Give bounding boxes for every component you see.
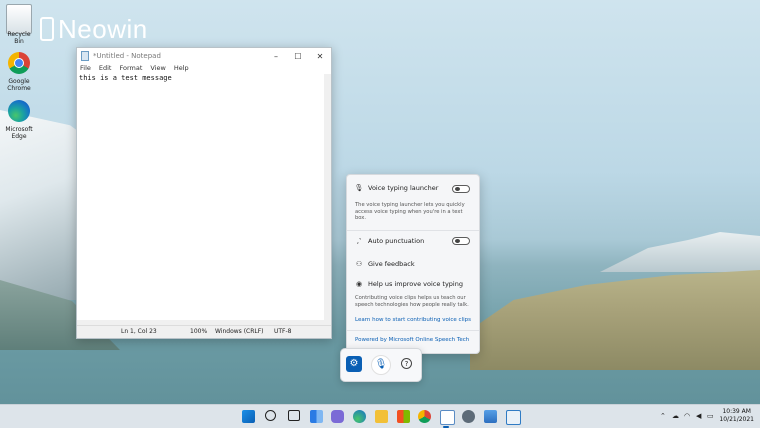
store-icon[interactable] [397, 410, 410, 423]
improve-label: Help us improve voice typing [368, 280, 463, 288]
clock-time: 10:39 AM [722, 408, 751, 415]
battery-icon[interactable]: ▭ [707, 412, 714, 420]
shield-icon: ◉ [355, 280, 363, 288]
volume-icon[interactable]: ◀ [696, 412, 701, 420]
settings-icon[interactable] [462, 410, 475, 423]
taskbar: ⌃ ☁ ◠ ◀ ▭ 10:39 AM 10/21/2021 [0, 404, 760, 428]
wallpaper-distant-mountain [600, 232, 760, 272]
microphone-icon: 🎙 [354, 184, 364, 192]
clock-date: 10/21/2021 [719, 416, 754, 423]
microphone-button[interactable]: 🎙 [371, 355, 391, 375]
divider [347, 230, 479, 231]
desktop-icon-chrome[interactable]: Google Chrome [4, 77, 34, 92]
cursor-position: Ln 1, Col 23 [121, 328, 157, 335]
gear-icon: ⚙ [349, 358, 359, 369]
wifi-icon[interactable]: ◠ [684, 412, 690, 420]
chevron-up-icon[interactable]: ⌃ [660, 412, 666, 420]
help-icon: ? [404, 360, 409, 368]
voice-typing-settings-panel: 🎙 Voice typing launcher The voice typing… [346, 174, 480, 354]
notepad-window[interactable]: *Untitled - Notepad – ☐ ✕ File Edit Form… [76, 47, 332, 339]
encoding: UTF-8 [274, 328, 292, 335]
give-feedback-label: Give feedback [368, 260, 415, 268]
chrome-icon[interactable] [8, 52, 30, 74]
voice-launcher-row[interactable]: 🎙 Voice typing launcher [354, 184, 439, 192]
desktop-icon-edge[interactable]: Microsoft Edge [4, 125, 34, 140]
menu-view[interactable]: View [150, 64, 165, 74]
improve-voice-typing-row: ◉ Help us improve voice typing [354, 280, 463, 288]
menu-help[interactable]: Help [174, 64, 189, 74]
menu-edit[interactable]: Edit [99, 64, 112, 74]
search-icon[interactable] [265, 410, 276, 421]
vertical-scrollbar[interactable] [324, 74, 331, 326]
desktop-icon-label: Recycle Bin [7, 31, 31, 45]
voice-launcher-description: The voice typing launcher lets you quick… [355, 202, 465, 221]
task-view-icon[interactable] [288, 410, 300, 421]
menu-file[interactable]: File [80, 64, 91, 74]
desktop: Recycle Bin Google Chrome Microsoft Edge… [0, 0, 760, 428]
desktop-icon-label: Google Chrome [7, 78, 31, 92]
photos-icon[interactable] [484, 410, 497, 423]
file-explorer-icon[interactable] [375, 410, 388, 423]
cloud-icon[interactable]: ☁ [672, 412, 679, 420]
auto-punctuation-label: Auto punctuation [368, 237, 425, 245]
voice-typing-bar: ⚙ 🎙 ? [340, 348, 422, 382]
notepad-icon [81, 51, 89, 61]
maximize-button[interactable]: ☐ [287, 52, 309, 61]
edge-icon[interactable] [8, 100, 30, 122]
close-button[interactable]: ✕ [309, 52, 331, 61]
start-icon[interactable] [242, 410, 255, 423]
desktop-icon-recycle-bin[interactable]: Recycle Bin [4, 30, 34, 45]
line-ending: Windows (CRLF) [215, 328, 264, 335]
feedback-icon: ⚇ [355, 260, 363, 268]
notepad-2-icon[interactable] [506, 410, 521, 425]
microphone-icon: 🎙 [374, 359, 388, 370]
auto-punctuation-row[interactable]: ‚‛ Auto punctuation [354, 237, 424, 245]
powered-by-link[interactable]: Powered by Microsoft Online Speech Tech [355, 337, 469, 343]
voice-launcher-toggle[interactable] [452, 185, 470, 193]
text-editor[interactable]: this is a test message [79, 74, 172, 82]
punctuation-icon: ‚‛ [356, 237, 362, 245]
notepad-icon[interactable] [440, 410, 455, 425]
widgets-icon[interactable] [310, 410, 323, 423]
notepad-titlebar[interactable]: *Untitled - Notepad – ☐ ✕ [77, 48, 331, 64]
edge-icon[interactable] [353, 410, 366, 423]
auto-punctuation-toggle[interactable] [452, 237, 470, 245]
contribute-voice-clips-link[interactable]: Learn how to start contributing voice cl… [355, 317, 471, 323]
chrome-icon[interactable] [418, 410, 431, 423]
divider [347, 330, 479, 331]
menu-format[interactable]: Format [119, 64, 142, 74]
improve-description: Contributing voice clips helps us teach … [355, 295, 469, 308]
window-title: *Untitled - Notepad [93, 52, 161, 60]
voice-launcher-label: Voice typing launcher [368, 184, 439, 192]
teams-chat-icon[interactable] [331, 410, 344, 423]
status-bar: Ln 1, Col 23 100% Windows (CRLF) UTF-8 [77, 325, 331, 338]
zoom-level: 100% [190, 328, 208, 335]
help-button[interactable]: ? [401, 358, 412, 369]
minimize-button[interactable]: – [265, 52, 287, 61]
neowin-logo-icon [40, 17, 54, 41]
menu-bar: File Edit Format View Help [77, 64, 331, 74]
watermark-text: Neowin [58, 14, 148, 44]
give-feedback-row[interactable]: ⚇ Give feedback [354, 260, 415, 268]
wallpaper-grass [470, 270, 760, 370]
neowin-watermark: Neowin [40, 14, 148, 45]
clock[interactable]: 10:39 AM 10/21/2021 [719, 408, 754, 424]
settings-button[interactable]: ⚙ [346, 356, 362, 372]
desktop-icon-label: Microsoft Edge [5, 126, 33, 140]
